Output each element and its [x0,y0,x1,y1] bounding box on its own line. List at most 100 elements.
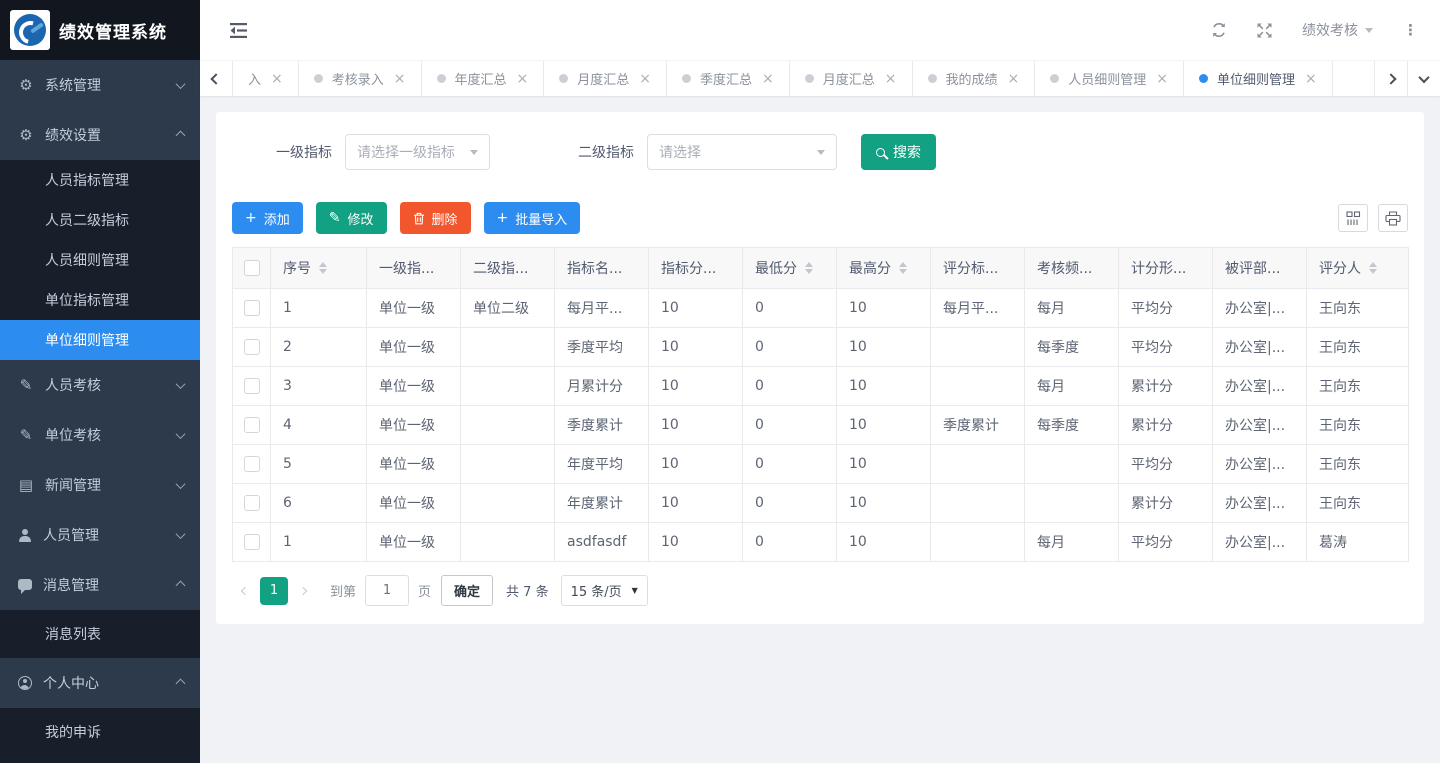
column-header-content: 评分人 [1319,258,1396,278]
table-header-row: 序号一级指...二级指...指标名...指标分...最低分最高分评分标...考核… [233,248,1409,289]
column-header-label: 指标名... [567,258,622,278]
level1-filter-select[interactable]: 请选择一级指标 [345,134,490,170]
sidebar-item-person-secondary-indicator[interactable]: 人员二级指标 [0,200,200,240]
sort-icon[interactable] [899,258,907,278]
column-header-label: 被评部... [1225,258,1280,278]
sidebar-item-unit-rule-management[interactable]: 单位细则管理 [0,320,200,360]
sidebar-item-personal-center[interactable]: 个人中心 [0,658,200,708]
column-header-label: 最低分 [755,258,797,278]
sidebar-item-system-management[interactable]: ⚙系统管理 [0,60,200,110]
goto-page-input[interactable] [365,575,409,606]
column-header-label: 计分形... [1131,258,1186,278]
table-cell: 办公室|... [1213,328,1307,367]
table-cell: 10 [649,445,743,484]
row-checkbox[interactable] [244,495,260,511]
role-selector[interactable]: 绩效考核 [1302,20,1373,40]
tab-annual-summary[interactable]: 年度汇总× [422,61,545,96]
tab-close-icon[interactable]: × [885,71,897,87]
row-checkbox[interactable] [244,300,260,316]
tab-close-icon[interactable]: × [762,71,774,87]
sidebar-item-news-management[interactable]: ▤新闻管理 [0,460,200,510]
column-header: 评分人 [1307,248,1409,289]
row-checkbox[interactable] [244,339,260,355]
batch-import-button[interactable]: + 批量导入 [484,202,581,234]
sidebar-item-person-indicator-management[interactable]: 人员指标管理 [0,160,200,200]
fullscreen-button[interactable] [1257,23,1272,38]
delete-button[interactable]: 删除 [400,202,471,234]
tab-close-icon[interactable]: × [1008,71,1020,87]
table-row: 1单位一级asdfasdf10010每月平均分办公室|...葛涛 [233,523,1409,562]
tab-unit-rule-management[interactable]: 单位细则管理× [1184,61,1333,96]
table-cell: 10 [649,289,743,328]
tab-close-icon[interactable]: × [517,71,529,87]
sidebar-item-label: 我的申诉 [45,722,101,742]
sidebar-item-unit-assessment[interactable]: ✎单位考核 [0,410,200,460]
page-unit-label: 页 [418,581,431,600]
row-checkbox[interactable] [244,456,260,472]
tabs-scroll-left-button[interactable] [200,61,233,96]
sidebar-item-message-management[interactable]: 消息管理 [0,560,200,610]
tab-close-icon[interactable]: × [1156,71,1168,87]
tab-assessment-entry[interactable]: 考核录入× [299,61,422,96]
row-checkbox[interactable] [244,534,260,550]
column-header-label: 二级指... [473,258,528,278]
tab-close-icon[interactable]: × [394,71,406,87]
refresh-button[interactable] [1211,22,1227,38]
sort-icon[interactable] [319,258,327,278]
column-header-label: 指标分... [661,258,716,278]
tab-close-icon[interactable]: × [1305,71,1317,87]
row-checkbox-cell [233,289,271,328]
page-1-button[interactable]: 1 [260,577,288,605]
row-checkbox[interactable] [244,417,260,433]
prev-page-button[interactable] [232,577,258,605]
tab-dot-icon [928,74,937,83]
sort-icon[interactable] [1369,258,1377,278]
select-all-checkbox[interactable] [244,260,260,276]
sidebar-item-unit-indicator-management[interactable]: 单位指标管理 [0,280,200,320]
table-cell [931,367,1025,406]
level2-filter-select[interactable]: 请选择 [647,134,837,170]
sidebar-item-my-appeal[interactable]: 我的申诉 [0,708,200,756]
table-cell: 2 [271,328,367,367]
tabs-scroll-right-button[interactable] [1374,61,1407,96]
edit-button[interactable]: ✎ 修改 [316,202,387,234]
gear-icon: ⚙ [18,76,34,94]
tabs-menu-button[interactable] [1407,61,1440,96]
print-button[interactable] [1378,204,1408,232]
tab-close-icon[interactable]: × [639,71,651,87]
collapse-sidebar-button[interactable] [230,23,247,38]
sidebar-item-person-management[interactable]: 人员管理 [0,510,200,560]
tab-person-rule-management[interactable]: 人员细则管理× [1035,61,1184,96]
sidebar: 绩效管理系统 ⚙系统管理⚙绩效设置人员指标管理人员二级指标人员细则管理单位指标管… [0,0,200,763]
table-cell: 10 [837,445,931,484]
tab-quarterly-summary[interactable]: 季度汇总× [667,61,790,96]
tab-entry-clipped[interactable]: 入× [233,61,299,96]
tab-my-score[interactable]: 我的成绩× [913,61,1036,96]
table-cell [931,328,1025,367]
column-header-label: 考核频... [1037,258,1092,278]
column-settings-button[interactable] [1338,204,1368,232]
role-selector-value: 绩效考核 [1302,20,1358,40]
add-button[interactable]: + 添加 [232,202,303,234]
caret-down-icon: ▼ [632,586,638,595]
table-cell: 单位一级 [367,523,461,562]
sidebar-item-person-rule-management[interactable]: 人员细则管理 [0,240,200,280]
next-page-button[interactable] [290,577,316,605]
sort-icon[interactable] [805,258,813,278]
column-header-content: 最低分 [755,258,824,278]
confirm-page-button[interactable]: 确定 [441,575,493,606]
tab-monthly-summary[interactable]: 月度汇总× [544,61,667,96]
tab-monthly-summary-2[interactable]: 月度汇总× [790,61,913,96]
page-size-select[interactable]: 15 条/页 ▼ [561,575,648,606]
sidebar-item-person-assessment[interactable]: ✎人员考核 [0,360,200,410]
row-checkbox[interactable] [244,378,260,394]
more-options-button[interactable]: ⋮ [1403,21,1418,39]
column-header: 计分形... [1119,248,1213,289]
sidebar-item-message-list[interactable]: 消息列表 [0,610,200,658]
sidebar-item-performance-settings[interactable]: ⚙绩效设置 [0,110,200,160]
search-button[interactable]: 搜索 [861,134,936,170]
tab-close-icon[interactable]: × [271,71,283,87]
table-cell: 年度平均 [555,445,649,484]
table-cell: 平均分 [1119,289,1213,328]
table-cell: 10 [837,406,931,445]
